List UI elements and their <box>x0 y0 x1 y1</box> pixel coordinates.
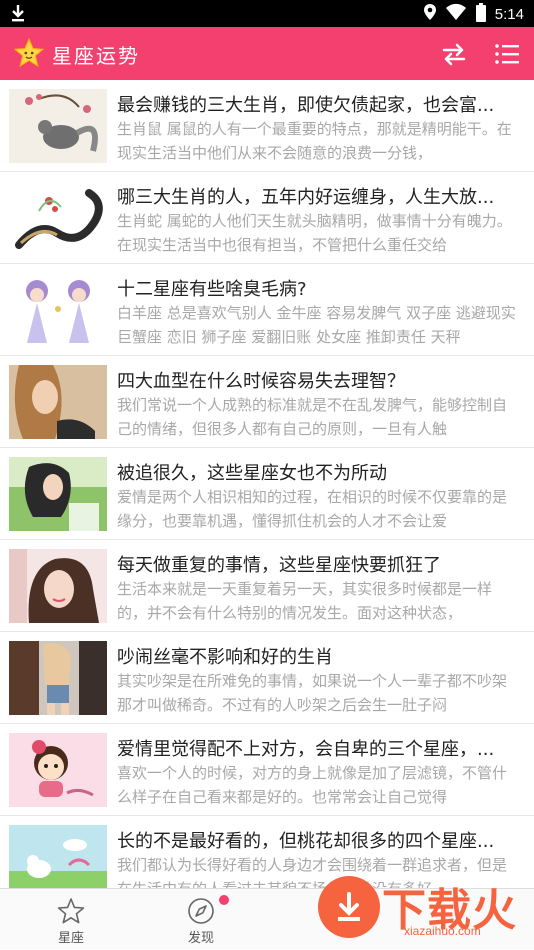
article-title: 吵闹丝毫不影响和好的生肖 <box>117 647 333 668</box>
article-title: 哪三大生肖的人，五年内好运缠身，人生大放... <box>117 187 495 208</box>
article-title: 四大血型在什么时候容易失去理智？ <box>117 371 405 392</box>
article-thumbnail <box>9 825 107 888</box>
article-summary: 白羊座 总是喜欢气别人 金牛座 容易发脾气 双子座 逃避现实 巨蟹座 恋旧 狮子… <box>117 304 516 346</box>
article-title: 十二星座有些啥臭毛病? <box>117 279 307 300</box>
tab-discover[interactable]: 发现 <box>156 889 246 950</box>
article-thumbnail <box>9 89 107 163</box>
list-item[interactable]: 十二星座有些啥臭毛病? 白羊座 总是喜欢气别人 金牛座 容易发脾气 双子座 逃避… <box>0 264 534 356</box>
watermark-download-icon <box>338 892 360 921</box>
switch-icon[interactable] <box>440 40 468 68</box>
article-thumbnail <box>9 641 107 715</box>
watermark-logo: 下载火 xiazaihuo.com <box>318 862 528 942</box>
app-logo-star-icon <box>13 37 45 68</box>
page-title: 星座运势 <box>52 44 140 68</box>
watermark-url: xiazaihuo.com <box>404 924 481 938</box>
star-outline-icon <box>57 897 85 925</box>
tab-constellation[interactable]: 星座 <box>26 889 116 950</box>
app-bar: 星座运势 <box>0 27 534 80</box>
status-bar: 5:14 <box>0 0 534 27</box>
location-icon <box>423 3 437 25</box>
list-item[interactable]: 被追很久，这些星座女也不为所动 爱情是两个人相识相知的过程，在相识的时候不仅要靠… <box>0 448 534 540</box>
list-item[interactable]: 每天做重复的事情，这些星座快要抓狂了 生活本来就是一天重复着另一天，其实很多时候… <box>0 540 534 632</box>
article-thumbnail <box>9 549 107 623</box>
list-item[interactable]: 爱情里觉得配不上对方，会自卑的三个星座，... 喜欢一个人的时候，对方的身上就像… <box>0 724 534 816</box>
download-icon <box>10 4 26 26</box>
tab-label: 星座 <box>57 931 84 946</box>
article-thumbnail <box>9 181 107 255</box>
article-title: 爱情里觉得配不上对方，会自卑的三个星座，... <box>117 739 495 760</box>
notification-dot <box>219 895 229 905</box>
article-title: 长的不是最好看的，但桃花却很多的四个星座... <box>117 831 495 852</box>
article-title: 被追很久，这些星座女也不为所动 <box>117 463 387 484</box>
article-title: 每天做重复的事情，这些星座快要抓狂了 <box>117 555 441 576</box>
article-summary: 生活本来就是一天重复着另一天，其实很多时候都是一样的，并不会有什么特别的情况发生… <box>117 580 493 622</box>
list-menu-icon[interactable] <box>494 41 520 67</box>
article-thumbnail <box>9 457 107 531</box>
battery-icon <box>475 2 487 26</box>
list-item[interactable]: 哪三大生肖的人，五年内好运缠身，人生大放... 生肖蛇 属蛇的人他们天生就头脑精… <box>0 172 534 264</box>
list-item[interactable]: 吵闹丝毫不影响和好的生肖 其实吵架是在所难免的事情，如果说一个人一辈子都不吵架那… <box>0 632 534 724</box>
article-thumbnail <box>9 365 107 439</box>
article-summary: 生肖蛇 属蛇的人他们天生就头脑精明，做事情十分有魄力。在现实生活当中也很有担当，… <box>117 212 512 254</box>
article-thumbnail <box>9 273 107 347</box>
article-thumbnail <box>9 733 107 807</box>
tab-label: 发现 <box>187 931 214 946</box>
article-summary: 其实吵架是在所难免的事情，如果说一个人一辈子都不吵架那才叫做稀奇。不过有的人吵架… <box>117 672 508 714</box>
list-item[interactable]: 最会赚钱的三大生肖，即使欠债起家，也会富... 生肖鼠 属鼠的人有一个最重要的特… <box>0 80 534 172</box>
clock: 5:14 <box>494 5 524 23</box>
article-summary: 我们常说一个人成熟的标准就是不在乱发脾气，能够控制自己的情绪，但很多人都有自己的… <box>117 396 508 438</box>
article-summary: 喜欢一个人的时候，对方的身上就像是加了层滤镜，不管什么样子在自己看来都是好的。也… <box>117 764 508 806</box>
compass-icon <box>187 897 215 925</box>
article-summary: 爱情是两个人相识相知的过程，在相识的时候不仅要靠的是缘分，也要靠机遇，懂得抓住机… <box>117 488 508 530</box>
list-item[interactable]: 四大血型在什么时候容易失去理智？ 我们常说一个人成熟的标准就是不在乱发脾气，能够… <box>0 356 534 448</box>
article-summary: 生肖鼠 属鼠的人有一个最重要的特点，那就是精明能干。在现实生活当中他们从来不会随… <box>117 120 512 162</box>
article-list[interactable]: 最会赚钱的三大生肖，即使欠债起家，也会富... 生肖鼠 属鼠的人有一个最重要的特… <box>0 80 534 888</box>
article-title: 最会赚钱的三大生肖，即使欠债起家，也会富... <box>117 95 495 116</box>
wifi-icon <box>445 3 467 25</box>
